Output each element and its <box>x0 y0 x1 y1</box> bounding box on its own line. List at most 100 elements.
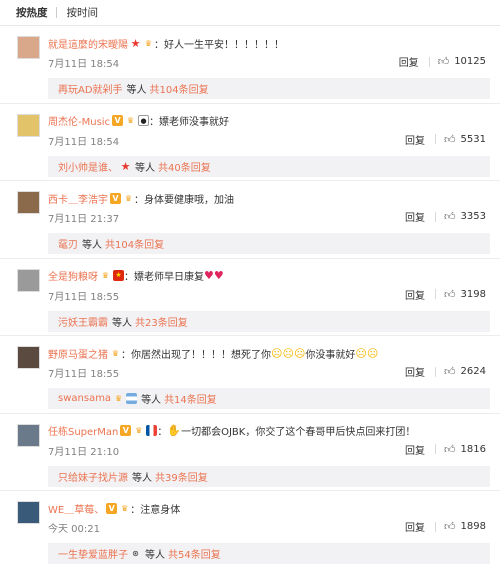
comment-list: 就是這麼的宋曖陽 ★ ♛ ：好人一生平安！！！！！！ 7月11日 18:54 回… <box>0 26 500 569</box>
sub-replies-bar[interactable]: 鼋刃 等人 共104条回复 <box>48 233 490 254</box>
comment-time: 7月11日 21:10 <box>48 446 120 458</box>
like-thumb-icon[interactable]: 👍︎ <box>444 288 456 301</box>
sub-reply-count-link[interactable]: 共54条回复 <box>168 546 221 561</box>
reply-button[interactable]: 回复 <box>405 132 425 147</box>
action-divider <box>435 366 437 377</box>
like-thumb-icon[interactable]: 👍︎ <box>444 443 456 456</box>
sub-reply-user[interactable]: 刘小帅是谁、 <box>58 159 118 174</box>
username-link[interactable]: 西卡＿李浩宇 <box>48 191 108 206</box>
like-count: 10125 <box>454 56 486 67</box>
avatar[interactable] <box>17 113 40 137</box>
sub-reply-user[interactable]: swansama <box>58 393 111 404</box>
crown-badge-icon: ♛ <box>121 503 129 513</box>
sort-by-time-tab[interactable]: 按时间 <box>67 5 107 20</box>
sub-replies-bar[interactable]: 污妖王霸霸 等人 共23条回复 <box>48 310 490 332</box>
crying-emoji-icon: ☹ <box>293 346 306 360</box>
sub-reply-others: 等人 <box>135 162 155 174</box>
comment-line: WE＿草莓、 V ♛ ：注意身体 <box>48 501 490 516</box>
comment-text: ：注意身体 <box>130 504 181 516</box>
comment-actions: 回复 👍︎ 1816 <box>405 442 486 457</box>
comment-item: 西卡＿李浩宇 V ♛ ：身体要健康哦，加油 7月11日 21:37 回复 👍︎ … <box>0 181 500 259</box>
action-divider <box>435 211 437 222</box>
sub-replies-bar[interactable]: swansama ♛ 等人 共14条回复 <box>48 388 490 409</box>
avatar[interactable] <box>17 346 40 369</box>
crown-badge-icon: ♛ <box>124 193 133 203</box>
comment-item: 周杰伦-Music V ♛ ● ：嫖老师没事就好 7月11日 18:54 回复 … <box>0 104 500 181</box>
sub-reply-user[interactable]: 鼋刃 <box>58 236 78 251</box>
comment-item: 就是這麼的宋曖陽 ★ ♛ ：好人一生平安！！！！！！ 7月11日 18:54 回… <box>0 26 500 104</box>
like-count: 1898 <box>460 521 486 532</box>
comment-time: 7月11日 18:54 <box>48 136 120 148</box>
sub-reply-count-link[interactable]: 共39条回复 <box>155 469 208 484</box>
sub-reply-user[interactable]: 一生挚爱蓝胖子 <box>58 546 128 561</box>
comment-time: 7月11日 18:55 <box>48 291 120 303</box>
avatar[interactable] <box>17 423 40 447</box>
sub-reply-count-link[interactable]: 共104条回复 <box>105 236 164 251</box>
sub-reply-user[interactable]: 污妖王霸霸 <box>58 314 108 329</box>
comment-time: 7月11日 21:37 <box>48 214 120 225</box>
sort-by-hot-tab[interactable]: 按热度 <box>16 5 56 20</box>
like-thumb-icon[interactable]: 👍︎ <box>444 520 456 533</box>
avatar[interactable] <box>17 36 40 59</box>
sub-replies-bar[interactable]: 一生挚爱蓝胖子 ⊛ 等人 共54条回复 <box>48 543 490 564</box>
reply-button[interactable]: 回复 <box>405 442 425 457</box>
username-link[interactable]: 野原马蛋之猪 <box>48 346 108 361</box>
comment-colon: ： <box>157 427 168 438</box>
panda-icon: ● <box>138 115 150 126</box>
comment-text: ：好人一生平安！！！！！！ <box>154 39 284 51</box>
username-link[interactable]: 周杰伦-Music <box>48 113 110 128</box>
crown-badge-icon: ♛ <box>126 116 135 125</box>
comment-text: ：嫖老师没事就好 <box>149 117 230 128</box>
username-link[interactable]: 就是這麼的宋曖陽 <box>48 36 128 51</box>
username-link[interactable]: WE＿草莓、 <box>48 501 104 516</box>
reply-button[interactable]: 回复 <box>399 54 419 69</box>
argentina-flag-icon <box>126 393 138 404</box>
heart-emoji-icon: ♥ <box>213 269 224 282</box>
france-flag-icon <box>146 425 158 436</box>
sub-reply-others: 等人 <box>145 550 165 561</box>
like-thumb-icon[interactable]: 👍︎ <box>444 210 456 223</box>
sub-reply-count-link[interactable]: 共14条回复 <box>164 391 217 406</box>
sub-replies-bar[interactable]: 刘小帅是谁、 ★ 等人 共40条回复 <box>48 155 490 177</box>
reply-button[interactable]: 回复 <box>405 364 425 379</box>
reply-button[interactable]: 回复 <box>405 519 425 534</box>
avatar[interactable] <box>17 501 40 524</box>
crown-badge-icon: ♛ <box>144 38 153 48</box>
comment-line: 野原马蛋之猪 ♛ ：你居然出现了！！！！想死了你 ☹ ☹ ☹ 你没事就好 ☹ ☹ <box>48 346 490 361</box>
avatar[interactable] <box>17 191 40 214</box>
like-thumb-icon[interactable]: 👍︎ <box>438 55 450 68</box>
like-thumb-icon[interactable]: 👍︎ <box>444 133 456 146</box>
crying-emoji-icon: ☹ <box>366 346 379 360</box>
crown-badge-icon: ♛ <box>135 426 143 435</box>
comment-text-continued: 你没事就好 <box>305 349 356 361</box>
crying-emoji-icon: ☹ <box>355 346 367 360</box>
comment-item: 全是狗粮呀 ♛ ★ ：嫖老师早日康复 ♥ ♥ 7月11日 18:55 回复 👍︎… <box>0 259 500 336</box>
comment-actions: 回复 👍︎ 2624 <box>405 364 486 379</box>
avatar[interactable] <box>17 268 40 292</box>
action-divider <box>435 289 437 299</box>
comment-time: 今天 00:21 <box>48 524 100 535</box>
sub-reply-count-link[interactable]: 共40条回复 <box>158 159 211 174</box>
username-link[interactable]: 全是狗粮呀 <box>48 268 98 283</box>
comment-line: 全是狗粮呀 ♛ ★ ：嫖老师早日康复 ♥ ♥ <box>48 269 490 283</box>
sub-reply-user[interactable]: 只给妹子找片源 <box>58 469 128 484</box>
like-thumb-icon[interactable]: 👍︎ <box>444 365 456 378</box>
sub-replies-bar[interactable]: 再玩AD就剁手 等人 共104条回复 <box>48 78 490 99</box>
basketball-icon: ⊛ <box>132 549 139 558</box>
crown-badge-icon: ♛ <box>111 348 120 358</box>
reply-button[interactable]: 回复 <box>405 287 425 302</box>
reply-button[interactable]: 回复 <box>405 209 425 224</box>
comment-actions: 回复 👍︎ 10125 <box>399 54 486 69</box>
comment-text: ：你居然出现了！！！！想死了你 <box>121 349 271 361</box>
comment-line: 就是這麼的宋曖陽 ★ ♛ ：好人一生平安！！！！！！ <box>48 36 490 51</box>
username-link[interactable]: 任栋SuperMan <box>48 423 118 438</box>
sub-replies-bar[interactable]: 只给妹子找片源 等人 共39条回复 <box>48 465 490 487</box>
sub-reply-count-link[interactable]: 共23条回复 <box>135 314 188 329</box>
sub-reply-count-link[interactable]: 共104条回复 <box>150 81 209 96</box>
action-divider <box>435 444 437 454</box>
comment-text: 一切都会OJBK，你交了这个春哥甲后快点回来打团！ <box>181 427 416 438</box>
comment-text: ：身体要健康哦，加油 <box>134 194 234 206</box>
like-count: 5531 <box>460 133 486 145</box>
sub-reply-user[interactable]: 再玩AD就剁手 <box>58 81 123 96</box>
comment-actions: 回复 👍︎ 5531 <box>405 132 486 147</box>
